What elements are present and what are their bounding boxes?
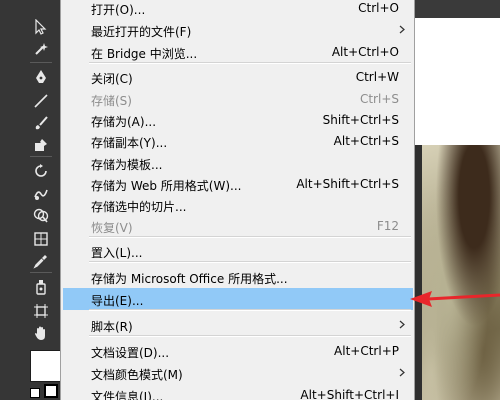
menu-item-label: 存储为 Microsoft Office 所用格式... [91, 272, 288, 286]
menu-item-label: 在 Bridge 中浏览... [91, 47, 198, 61]
menu-separator [89, 261, 411, 263]
menu-item-bridge[interactable]: 在 Bridge 中浏览... Alt+Ctrl+O [63, 41, 413, 63]
menu-separator [89, 236, 411, 238]
menu-item-shortcut: Ctrl+W [355, 70, 399, 84]
menu-item-o[interactable]: 打开(O)... Ctrl+O [63, 0, 413, 19]
canvas-gap [414, 0, 500, 18]
menu-item-shortcut: Ctrl+S [359, 92, 399, 106]
menu-item-label: 导出(E)... [91, 294, 144, 308]
pen-tool-icon[interactable] [30, 66, 52, 88]
menu-item-label: 关闭(C) [91, 72, 133, 86]
symbol-sprayer-icon[interactable] [30, 276, 52, 298]
menu-item-label: 存储(S) [91, 94, 132, 108]
blob-brush-icon[interactable] [30, 134, 52, 156]
menu-item-i[interactable]: 文件信息(I)... Alt+Shift+Ctrl+I [63, 384, 413, 400]
menu-item-a[interactable]: 存储为(A)... Shift+Ctrl+S [63, 109, 413, 131]
tool-separator [30, 62, 52, 63]
menu-item-label: 文件信息(I)... [91, 390, 164, 400]
tool-separator [30, 272, 52, 273]
menu-item-9[interactable]: 存储选中的切片... [63, 194, 413, 216]
menu-item-web-w[interactable]: 存储为 Web 所用格式(W)... Alt+Shift+Ctrl+S [63, 173, 413, 195]
tools-panel [0, 0, 62, 400]
menu-item-label: 恢复(V) [91, 221, 133, 235]
hand-tool-icon[interactable] [30, 322, 52, 344]
menu-item-v[interactable]: 恢复(V) F12 [63, 215, 413, 237]
selection-tool-icon[interactable] [30, 16, 52, 38]
illustrator-window: 打开(O)... Ctrl+O 最近打开的文件(F) 在 Bridge 中浏览... A… [0, 0, 500, 400]
menu-item-microsoft-office[interactable]: 存储为 Microsoft Office 所用格式... [63, 266, 413, 288]
menu-item-shortcut: Alt+Shift+Ctrl+S [296, 177, 399, 191]
menu-item-label: 文档颜色模式(M) [91, 368, 183, 382]
menu-item-r[interactable]: 脚本(R) [63, 314, 413, 336]
menu-item-d[interactable]: 文档设置(D)... Alt+Ctrl+P [63, 340, 413, 362]
menu-item-label: 置入(L)... [91, 246, 143, 260]
menu-item-c[interactable]: 关闭(C) Ctrl+W [63, 66, 413, 88]
menu-item-m[interactable]: 文档颜色模式(M) [63, 362, 413, 384]
default-colors-icon[interactable] [30, 388, 40, 398]
menu-item-shortcut: Ctrl+O [358, 1, 399, 15]
menu-item-label: 存储副本(Y)... [91, 136, 168, 150]
menu-separator [89, 335, 411, 337]
magic-wand-icon[interactable] [30, 38, 52, 60]
menu-item-shortcut: Alt+Ctrl+S [333, 134, 399, 148]
menu-item-label: 打开(O)... [91, 3, 146, 17]
artboard-canvas[interactable] [414, 0, 500, 145]
menu-item-label: 存储为(A)... [91, 115, 157, 129]
menu-item-shortcut: Alt+Ctrl+O [331, 45, 399, 59]
placed-photo-image[interactable] [414, 145, 500, 400]
gradient-mesh-icon[interactable] [30, 228, 52, 250]
menu-item-l[interactable]: 置入(L)... [63, 240, 413, 262]
stroke-color-swatch[interactable] [44, 384, 58, 398]
menu-item-label: 存储为模板... [91, 158, 163, 172]
menu-item-e[interactable]: 导出(E)... [63, 288, 413, 310]
menu-item-label: 文档设置(D)... [91, 346, 170, 360]
menu-item-s[interactable]: 存储(S) Ctrl+S [63, 88, 413, 110]
menu-item-label: 存储为 Web 所用格式(W)... [91, 179, 242, 193]
warp-tool-icon[interactable] [30, 182, 52, 204]
menu-item-label: 存储选中的切片... [91, 200, 187, 214]
submenu-chevron-icon [397, 317, 407, 331]
menu-item-label: 最近打开的文件(F) [91, 25, 192, 39]
tool-separator [30, 156, 52, 157]
shape-builder-icon[interactable] [30, 204, 52, 226]
artboard-tool-icon[interactable] [30, 300, 52, 322]
fill-color-swatch[interactable] [30, 350, 62, 382]
menu-item-shortcut: Shift+Ctrl+S [322, 113, 399, 127]
submenu-chevron-icon [397, 22, 407, 36]
menu-item-y[interactable]: 存储副本(Y)... Alt+Ctrl+S [63, 130, 413, 152]
menu-item-f[interactable]: 最近打开的文件(F) [63, 19, 413, 41]
rotate-tool-icon[interactable] [30, 160, 52, 182]
menu-separator [89, 309, 411, 311]
submenu-chevron-icon [397, 365, 407, 379]
paintbrush-icon[interactable] [30, 112, 52, 134]
canvas-gap [414, 145, 422, 400]
menu-item-7[interactable]: 存储为模板... [63, 152, 413, 174]
menu-separator [89, 62, 411, 64]
menu-item-shortcut: Alt+Shift+Ctrl+I [300, 388, 399, 400]
menu-item-shortcut: Alt+Ctrl+P [334, 344, 399, 358]
line-tool-icon[interactable] [30, 90, 52, 112]
menu-item-shortcut: F12 [376, 219, 399, 233]
menu-item-label: 脚本(R) [91, 320, 133, 334]
file-menu: 打开(O)... Ctrl+O 最近打开的文件(F) 在 Bridge 中浏览... A… [60, 0, 415, 400]
eyedropper-icon[interactable] [30, 250, 52, 272]
